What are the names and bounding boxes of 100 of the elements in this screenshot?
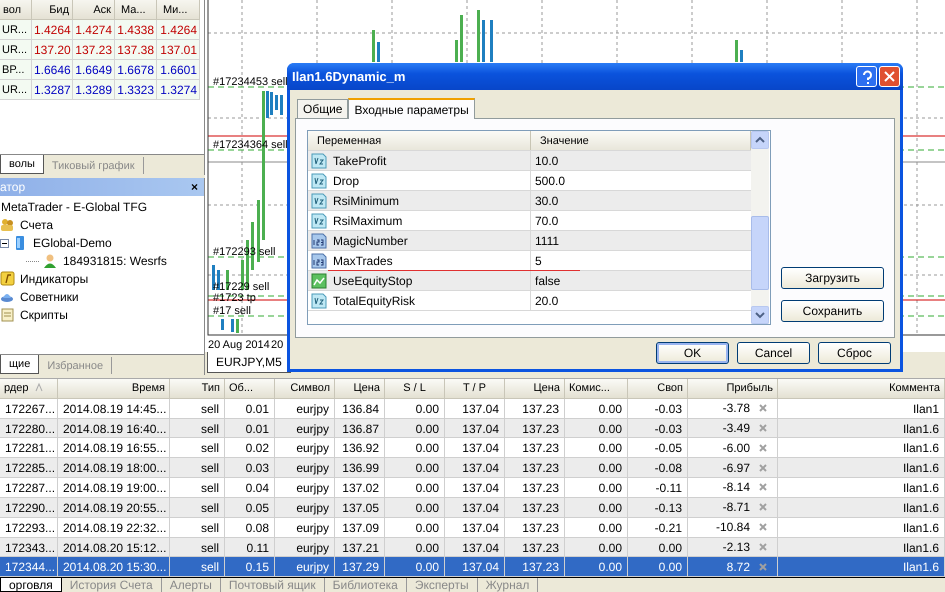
dialog-button[interactable]: Сохранить — [781, 300, 884, 322]
help-button[interactable] — [856, 66, 877, 87]
order-row[interactable]: 172280... 2014.08.19 16:40... sell 0.01 eurjpy 136.87 0.00 137.04 137.23 0.00 -0.03 -3.49 Ilan1.6 — [0, 418, 945, 438]
column-header[interactable]: Своп — [628, 379, 688, 398]
parameter-value[interactable]: 20.0 — [531, 291, 751, 310]
column-header[interactable]: Время — [58, 379, 170, 398]
swap-cell: -0.03 — [628, 418, 688, 438]
close-icon[interactable] — [759, 483, 767, 492]
order-row[interactable]: 172344... 2014.08.20 15:30... sell 0.15 eurjpy 137.29 0.00 137.04 137.23 0.00 0.00 8.72 Ilan1.6 — [0, 557, 945, 578]
dialog-button[interactable]: Сброс — [818, 342, 891, 364]
profit-cell: -6.97 — [722, 460, 750, 475]
scroll-down-button[interactable] — [751, 306, 769, 324]
tree-item[interactable]: Счета — [19, 218, 54, 232]
candlestick — [490, 20, 493, 62]
close-icon[interactable] — [759, 562, 767, 571]
stop-loss-cell: 0.00 — [385, 498, 445, 518]
column-header[interactable]: Цена — [335, 379, 385, 398]
parameter-row[interactable]: UseEquityStop false — [308, 271, 751, 291]
tree-item[interactable]: Советники — [19, 290, 80, 304]
close-icon[interactable]: × — [190, 180, 198, 194]
accounts-icon — [0, 217, 15, 233]
close-icon[interactable] — [759, 444, 767, 452]
scrollbar-thumb[interactable] — [751, 216, 769, 290]
parameter-value[interactable]: 1111 — [531, 231, 751, 250]
dialog-button[interactable]: Загрузить — [781, 267, 884, 289]
tree-item[interactable]: MetaTrader - E-Global TFG — [0, 200, 148, 214]
collapse-icon[interactable] — [0, 238, 9, 248]
panel-title: атор — [0, 180, 26, 194]
close-icon[interactable] — [759, 523, 767, 532]
column-header[interactable]: Символ — [275, 379, 335, 398]
terminal-tab[interactable]: орговля — [0, 578, 62, 592]
parameter-row[interactable]: TakeProfit 10.0 — [308, 151, 751, 171]
tree-item[interactable]: EGlobal-Demo — [32, 236, 113, 250]
dialog-tab[interactable]: Входные параметры — [348, 98, 475, 119]
order-label: #17234453 sell — [213, 76, 288, 88]
panel-tab[interactable]: щие — [0, 355, 40, 374]
decimal-icon — [311, 192, 327, 208]
parameter-name: UseEquityStop — [333, 274, 412, 288]
order-row[interactable]: 172285... 2014.08.19 18:00... sell 0.03 eurjpy 136.99 0.00 137.04 137.23 0.00 -0.08 -6.97 Ilan1.6 — [0, 458, 945, 478]
column-header[interactable]: T / P — [445, 379, 505, 398]
parameter-name: TotalEquityRisk — [333, 294, 416, 308]
profit-cell: -8.71 — [722, 500, 750, 514]
panel-tab[interactable]: волы — [0, 155, 44, 174]
chart-tab[interactable]: EURJPY,M5 — [207, 352, 291, 373]
close-icon[interactable] — [759, 542, 767, 551]
price-cell: 1.3274 — [157, 80, 200, 100]
parameter-value[interactable]: 5 — [531, 251, 751, 270]
column-header[interactable]: Коммента — [778, 379, 945, 398]
close-icon[interactable] — [759, 424, 767, 432]
tree-item[interactable]: Индикаторы — [19, 272, 90, 286]
decimal-icon — [311, 292, 327, 308]
profit-cell: 8.72 — [726, 560, 750, 574]
order-row[interactable]: 172290... 2014.08.19 20:55... sell 0.05 eurjpy 137.05 0.00 137.04 137.23 0.00 -0.13 -8.71 Ilan1.6 — [0, 498, 945, 518]
parameter-value[interactable]: 500.0 — [531, 171, 751, 190]
close-icon[interactable] — [759, 464, 767, 472]
close-icon[interactable] — [759, 503, 767, 512]
stop-loss-cell: 0.00 — [385, 418, 445, 438]
volume-cell: 0.03 — [225, 458, 275, 478]
column-header[interactable]: S / L — [385, 379, 445, 398]
tree-item[interactable]: Скрипты — [19, 308, 69, 322]
column-header[interactable]: Цена — [505, 379, 565, 398]
parameter-value[interactable]: false — [531, 271, 751, 290]
number-icon — [311, 232, 327, 248]
column-header[interactable]: рдер — [0, 379, 58, 398]
time-cell: 2014.08.19 16:40... — [58, 418, 170, 438]
chevron-down-icon — [755, 311, 765, 319]
close-button[interactable] — [879, 66, 900, 87]
dialog-button[interactable]: Cancel — [737, 342, 810, 364]
profit-cell: -8.14 — [722, 480, 750, 494]
column-header[interactable]: Прибыль — [688, 379, 778, 398]
candlestick — [482, 20, 485, 62]
column-header[interactable]: Переменная — [308, 131, 531, 150]
axis-label: 20 — [271, 339, 284, 351]
symbol-cell: UR... — [0, 80, 32, 100]
order-row[interactable]: 172343... 2014.08.20 15:12... sell 0.11 eurjpy 137.21 0.00 137.04 137.23 0.00 0.00 -2.13 Ilan1.6 — [0, 538, 945, 558]
close-icon[interactable] — [759, 404, 767, 412]
order-label: #17 sell — [213, 305, 251, 317]
parameter-row[interactable]: RsiMinimum 30.0 — [308, 191, 751, 211]
dialog-button[interactable]: OK — [656, 342, 729, 364]
type-cell: sell — [170, 498, 225, 518]
script-icon — [0, 307, 15, 323]
parameter-value[interactable]: 30.0 — [531, 191, 751, 210]
parameter-value[interactable]: 10.0 — [531, 151, 751, 170]
price-cell: 137.05 — [335, 498, 385, 518]
axis-label: 20 Aug 2014 — [208, 339, 270, 351]
scroll-up-button[interactable] — [751, 131, 769, 149]
price-cell: 1.3289 — [73, 80, 115, 100]
profit-cell: -3.49 — [722, 421, 750, 436]
candlestick — [221, 319, 224, 330]
candlestick — [460, 15, 463, 62]
tree-item[interactable]: 184931815: Wesrfs — [62, 254, 168, 268]
parameter-row[interactable]: MagicNumber 1111 — [308, 231, 751, 251]
column-header[interactable]: Об... — [225, 379, 275, 398]
column-header[interactable]: Комис... — [565, 379, 628, 398]
dialog-tab[interactable]: Общие — [297, 99, 348, 118]
column-header[interactable]: Тип — [170, 379, 225, 398]
parameter-name: MagicNumber — [333, 234, 408, 248]
candlestick — [377, 42, 380, 62]
parameter-row[interactable]: TotalEquityRisk 20.0 — [308, 291, 751, 311]
parameter-value[interactable]: 70.0 — [531, 211, 751, 230]
